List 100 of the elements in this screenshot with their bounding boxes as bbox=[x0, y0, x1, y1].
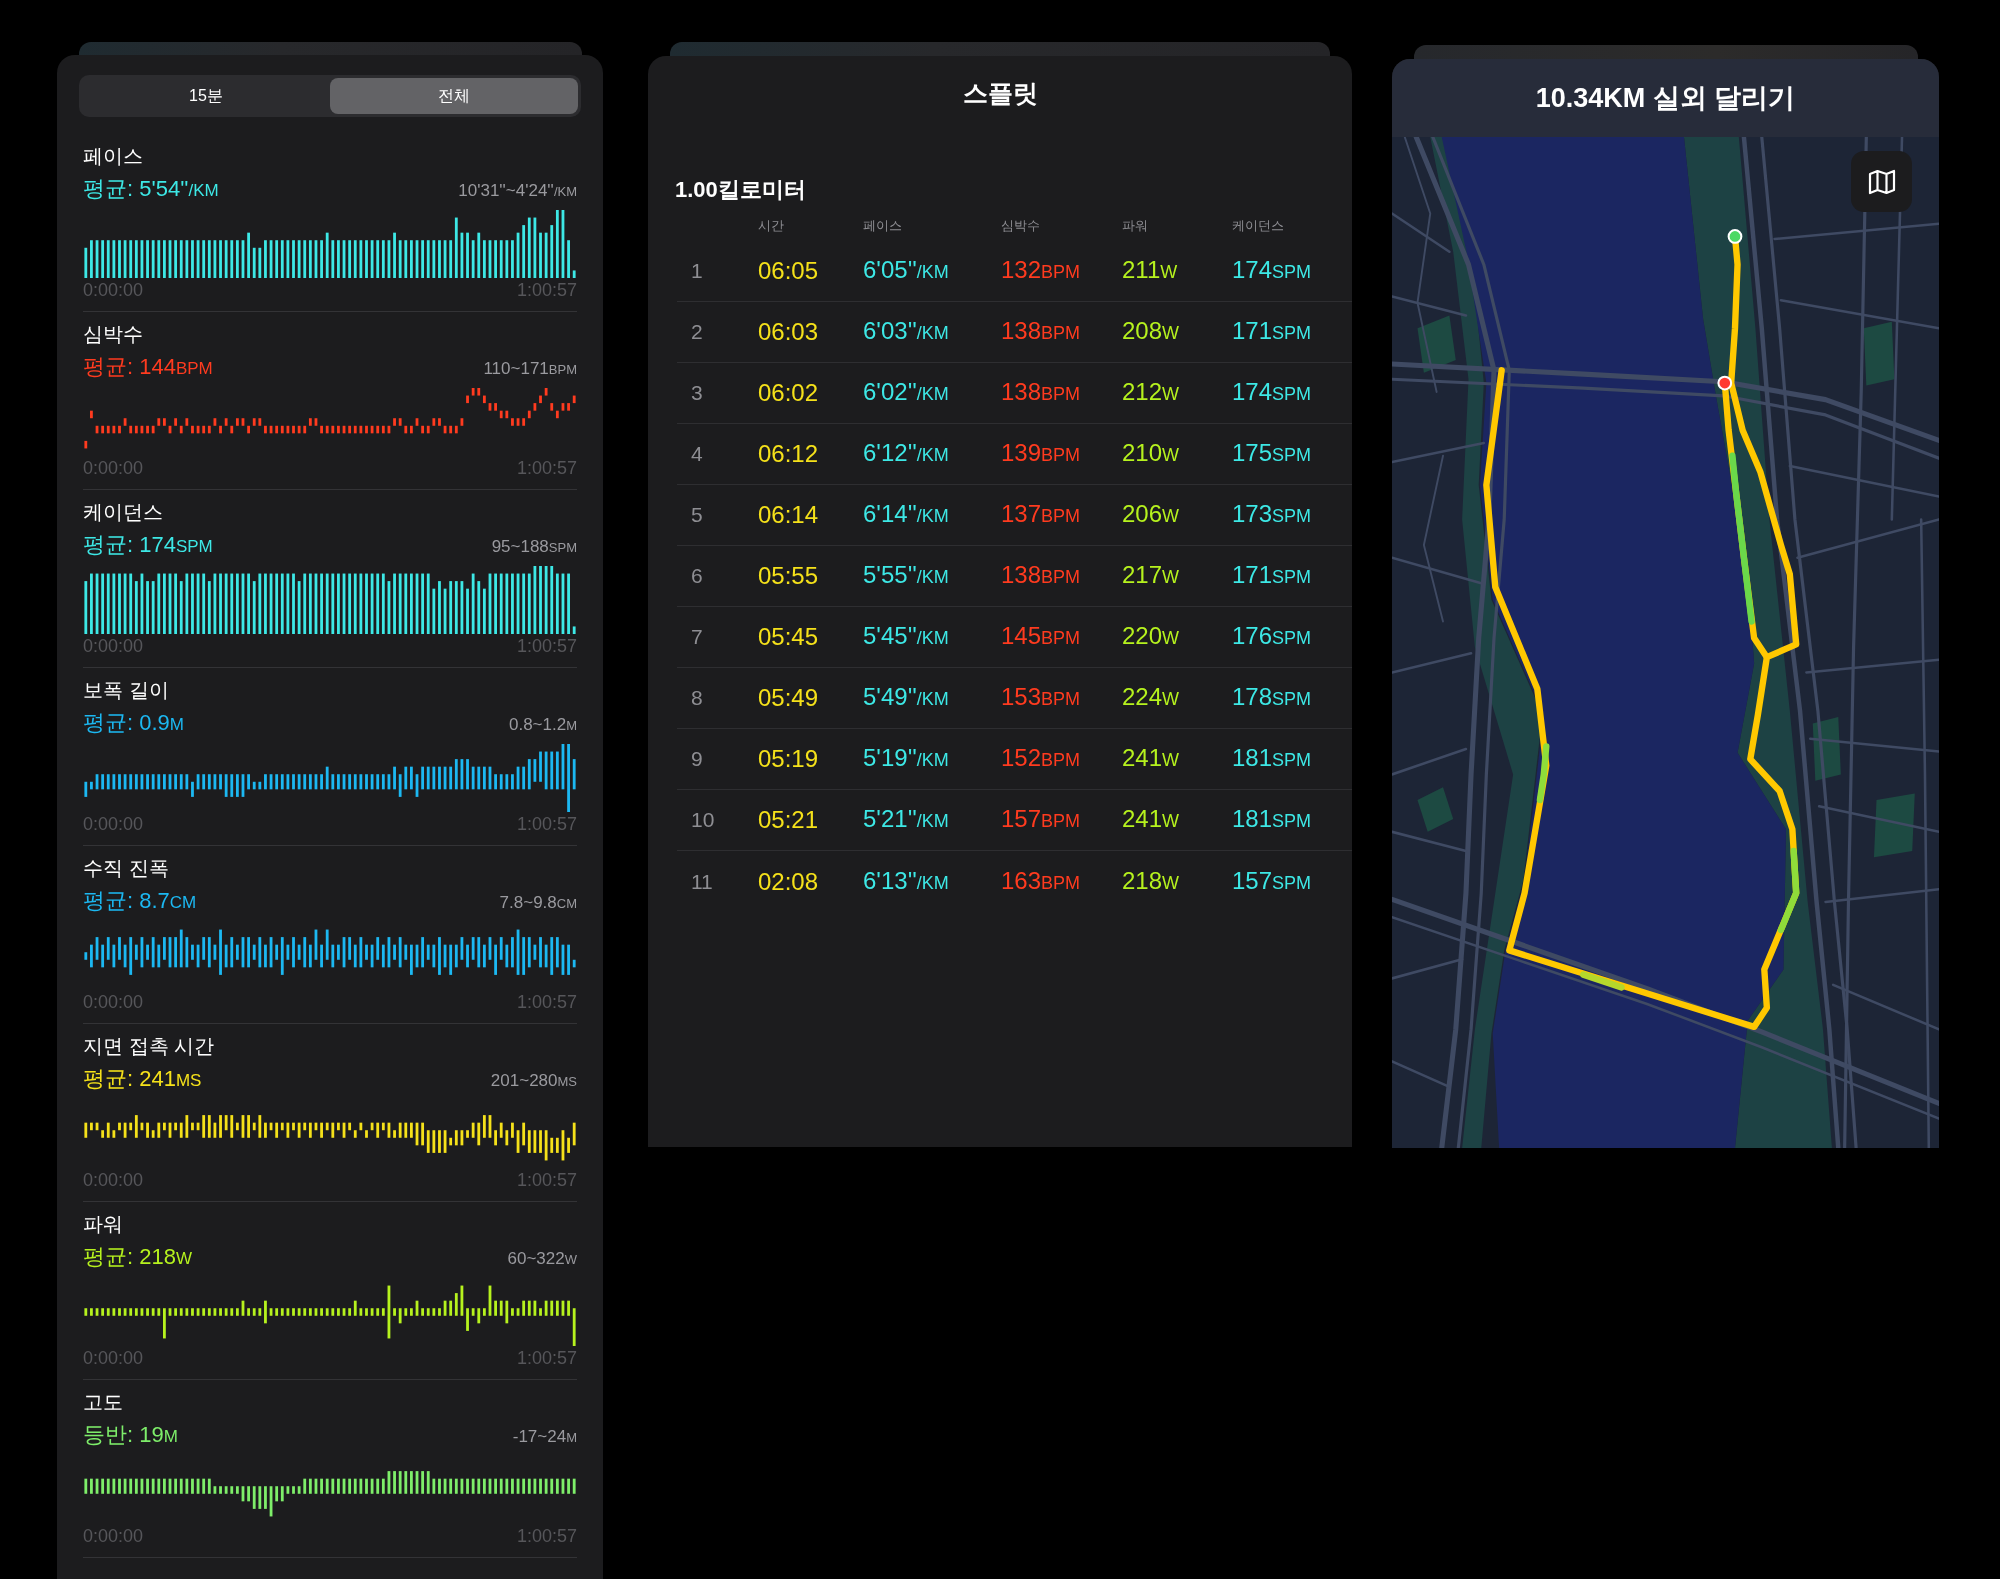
table-cell-text: 176SPM bbox=[1232, 621, 1312, 651]
table-cell-text: 208W bbox=[1122, 316, 1180, 346]
metric-title: 파워 bbox=[83, 1212, 123, 1237]
table-cell-text: 171SPM bbox=[1232, 316, 1312, 346]
average-value: 평균: 8.7CM bbox=[83, 888, 197, 915]
table-cell-text: 6'05''/KM bbox=[863, 255, 949, 285]
range-label: 95~188SPM bbox=[491, 536, 577, 558]
metric-title: 보폭 길이 bbox=[83, 678, 169, 703]
axis-label: 0:00:00 bbox=[83, 636, 144, 656]
axis-label: 0:00:00 bbox=[83, 280, 144, 300]
row-number: 1 bbox=[691, 258, 703, 284]
table-cell: 05:45 bbox=[758, 622, 819, 652]
axis-label: 0:00:00 bbox=[83, 1526, 144, 1546]
column-header: 심박수 bbox=[1001, 217, 1040, 235]
range-label: 0.8~1.2M bbox=[508, 714, 577, 736]
table-cell-text: 163BPM bbox=[1001, 865, 1081, 896]
metric-title: 지면 접촉 시간 bbox=[83, 1034, 215, 1059]
average-value: 평균: 0.9M bbox=[83, 710, 184, 737]
panel-title: 스플릿 bbox=[962, 78, 1038, 109]
range-label: 7.8~9.8CM bbox=[499, 892, 577, 914]
table-cell: 05:21 bbox=[758, 805, 819, 835]
average-value: 평균: 241MS bbox=[83, 1066, 202, 1093]
segment-button[interactable]: 전체 bbox=[330, 78, 578, 114]
table-cell-text: 6'12''/KM bbox=[863, 438, 949, 468]
average-value: 평균: 144BPM bbox=[83, 354, 213, 381]
table-cell-text: 157SPM bbox=[1232, 865, 1312, 896]
table-cell: 06:05 bbox=[758, 256, 819, 286]
axis-label: 0:00:00 bbox=[83, 992, 144, 1012]
end-marker-icon bbox=[1717, 375, 1733, 391]
map-button[interactable] bbox=[1851, 151, 1912, 212]
average-value: 평균: 174SPM bbox=[83, 532, 213, 559]
table-cell-text: 175SPM bbox=[1232, 438, 1312, 468]
table-cell-text: 138BPM bbox=[1001, 560, 1081, 590]
table-cell-text: 173SPM bbox=[1232, 499, 1312, 529]
table-cell-text: 174SPM bbox=[1232, 255, 1312, 285]
row-number: 10 bbox=[691, 807, 715, 833]
table-cell-text: 6'03''/KM bbox=[863, 316, 949, 346]
table-cell-text: 171SPM bbox=[1232, 560, 1312, 590]
table-cell: 05:49 bbox=[758, 683, 819, 713]
row-number: 9 bbox=[691, 746, 703, 772]
table-cell-text: 210W bbox=[1122, 438, 1180, 468]
table-cell-text: 220W bbox=[1122, 621, 1180, 651]
metric-title: 케이던스 bbox=[83, 500, 163, 525]
row-number: 5 bbox=[691, 502, 703, 528]
range-label: -17~24M bbox=[512, 1426, 577, 1448]
table-cell-text: 5'49''/KM bbox=[863, 682, 949, 712]
axis-label: 1:00:57 bbox=[516, 1526, 577, 1546]
table-cell-text: 5'19''/KM bbox=[863, 743, 949, 773]
row-number: 11 bbox=[691, 868, 713, 895]
table-cell-text: 241W bbox=[1122, 743, 1180, 773]
workout-title: 10.34KM 실외 달리기 bbox=[1535, 82, 1796, 115]
table-cell-text: 181SPM bbox=[1232, 743, 1312, 773]
row-number: 4 bbox=[691, 441, 703, 467]
axis-label: 0:00:00 bbox=[83, 814, 144, 834]
axis-label: 1:00:57 bbox=[516, 1170, 577, 1190]
axis-label: 0:00:00 bbox=[83, 458, 144, 478]
table-cell: 06:12 bbox=[758, 439, 819, 469]
table-cell-text: 138BPM bbox=[1001, 377, 1081, 407]
table-cell: 05:19 bbox=[758, 744, 819, 774]
table-cell-text: 174SPM bbox=[1232, 377, 1312, 407]
axis-label: 0:00:00 bbox=[83, 1348, 144, 1368]
map-icon bbox=[1867, 168, 1896, 195]
row-number: 6 bbox=[691, 563, 703, 589]
column-header: 파워 bbox=[1122, 217, 1148, 235]
section-heading: 1.00킬로미터 bbox=[675, 176, 806, 204]
axis-label: 1:00:57 bbox=[516, 992, 577, 1012]
range-label: 201~280MS bbox=[490, 1070, 577, 1092]
metric-title: 고도 bbox=[83, 1390, 123, 1415]
axis-label: 1:00:57 bbox=[516, 636, 577, 656]
axis-label: 1:00:57 bbox=[516, 458, 577, 478]
axis-label: 0:00:00 bbox=[83, 1170, 144, 1190]
axis-label: 1:00:57 bbox=[516, 1348, 577, 1368]
range-label: 110~171BPM bbox=[483, 358, 577, 380]
table-cell-text: 218W bbox=[1122, 865, 1180, 896]
table-cell-text: 139BPM bbox=[1001, 438, 1081, 468]
table-cell-text: 6'14''/KM bbox=[863, 499, 949, 529]
table-cell-text: 206W bbox=[1122, 499, 1180, 529]
table-cell-text: 178SPM bbox=[1232, 682, 1312, 712]
table-cell-text: 241W bbox=[1122, 804, 1180, 834]
column-header: 페이스 bbox=[863, 217, 902, 235]
table-cell-text: 5'45''/KM bbox=[863, 621, 949, 651]
table-cell-text: 152BPM bbox=[1001, 743, 1081, 773]
average-value: 등반: 19M bbox=[83, 1422, 178, 1449]
table-cell: 02:08 bbox=[758, 866, 819, 897]
table-cell-text: 145BPM bbox=[1001, 621, 1081, 651]
axis-label: 1:00:57 bbox=[516, 280, 577, 300]
table-cell-text: 6'02''/KM bbox=[863, 377, 949, 407]
average-value: 평균: 218W bbox=[83, 1244, 192, 1271]
axis-label: 1:00:57 bbox=[516, 814, 577, 834]
table-cell-text: 181SPM bbox=[1232, 804, 1312, 834]
table-cell-text: 5'21''/KM bbox=[863, 804, 949, 834]
table-cell-text: 153BPM bbox=[1001, 682, 1081, 712]
start-marker-icon bbox=[1727, 229, 1743, 244]
range-label: 60~322W bbox=[507, 1248, 577, 1270]
segment-button[interactable]: 15분 bbox=[82, 78, 330, 114]
table-cell-text: 157BPM bbox=[1001, 804, 1081, 834]
metric-title: 심박수 bbox=[83, 322, 143, 347]
table-cell-text: 137BPM bbox=[1001, 499, 1081, 529]
table-cell: 06:03 bbox=[758, 317, 819, 347]
column-header: 시간 bbox=[758, 217, 784, 235]
